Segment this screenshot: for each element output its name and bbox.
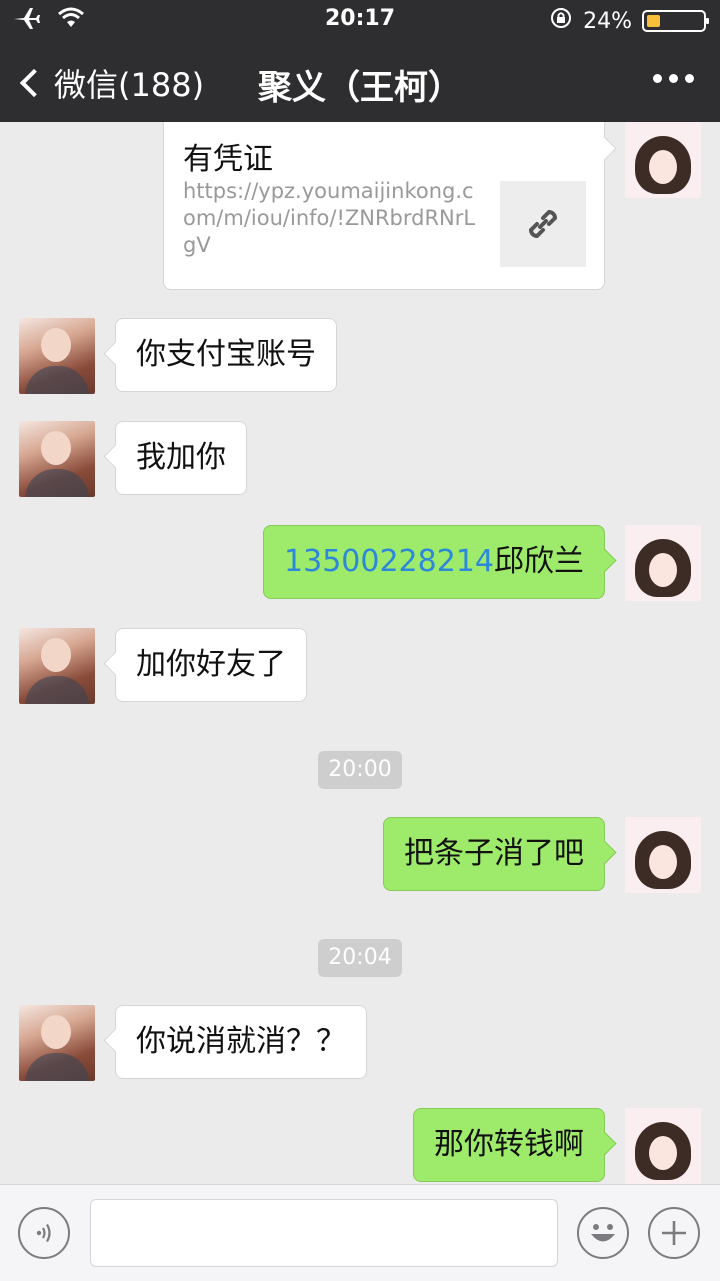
message-bubble-outgoing[interactable]: 把条子消了吧 [383,817,605,891]
message-bubble-incoming[interactable]: 你说消就消？？ [115,1005,367,1079]
message-bubble-outgoing[interactable]: 那你转钱啊 [413,1108,605,1182]
chat-title: 聚义（王柯） [258,68,462,108]
contact-avatar[interactable] [19,421,95,497]
link-icon [500,181,586,267]
input-bar [0,1184,720,1281]
contact-avatar[interactable] [19,318,95,394]
more-options-button[interactable] [653,74,694,83]
message-bubble-incoming[interactable]: 加你好友了 [115,628,307,702]
battery-icon [642,10,709,32]
message-bubble-incoming[interactable]: 你支付宝账号 [115,318,337,392]
message-bubble-incoming[interactable]: 我加你 [115,421,247,495]
message-text: 邱欣兰 [494,544,584,579]
more-functions-button[interactable] [648,1207,700,1259]
voice-button[interactable] [18,1207,70,1259]
nav-bar: 微信(188) 聚义（王柯） [0,40,720,122]
dot-icon [685,74,694,83]
link-card[interactable]: 有凭证 https://ypz.youmaijinkong.com/m/iou/… [163,122,605,290]
voice-icon [36,1223,51,1243]
my-avatar[interactable] [625,122,701,198]
link-card-title: 有凭证 [183,142,273,177]
my-avatar[interactable] [625,817,701,893]
dot-icon [669,74,678,83]
message-timestamp: 20:04 [318,939,402,977]
my-avatar[interactable] [625,525,701,601]
phone-number-link[interactable]: 13500228214 [284,544,494,579]
chat-messages[interactable]: 有凭证 https://ypz.youmaijinkong.com/m/iou/… [0,122,720,1184]
status-bar: 20:17 24% [0,0,720,40]
plus-icon [662,1221,686,1245]
battery-percent: 24% [583,8,632,34]
contact-avatar[interactable] [19,1005,95,1081]
message-bubble-outgoing[interactable]: 13500228214邱欣兰 [263,525,605,599]
rotation-lock-icon [549,6,573,36]
my-avatar[interactable] [625,1108,701,1184]
link-card-url: https://ypz.youmaijinkong.com/m/iou/info… [183,179,476,257]
message-input[interactable] [90,1199,558,1267]
dot-icon [653,74,662,83]
emoji-button[interactable] [577,1207,629,1259]
message-timestamp: 20:00 [318,751,402,789]
smiley-icon [591,1224,615,1242]
contact-avatar[interactable] [19,628,95,704]
